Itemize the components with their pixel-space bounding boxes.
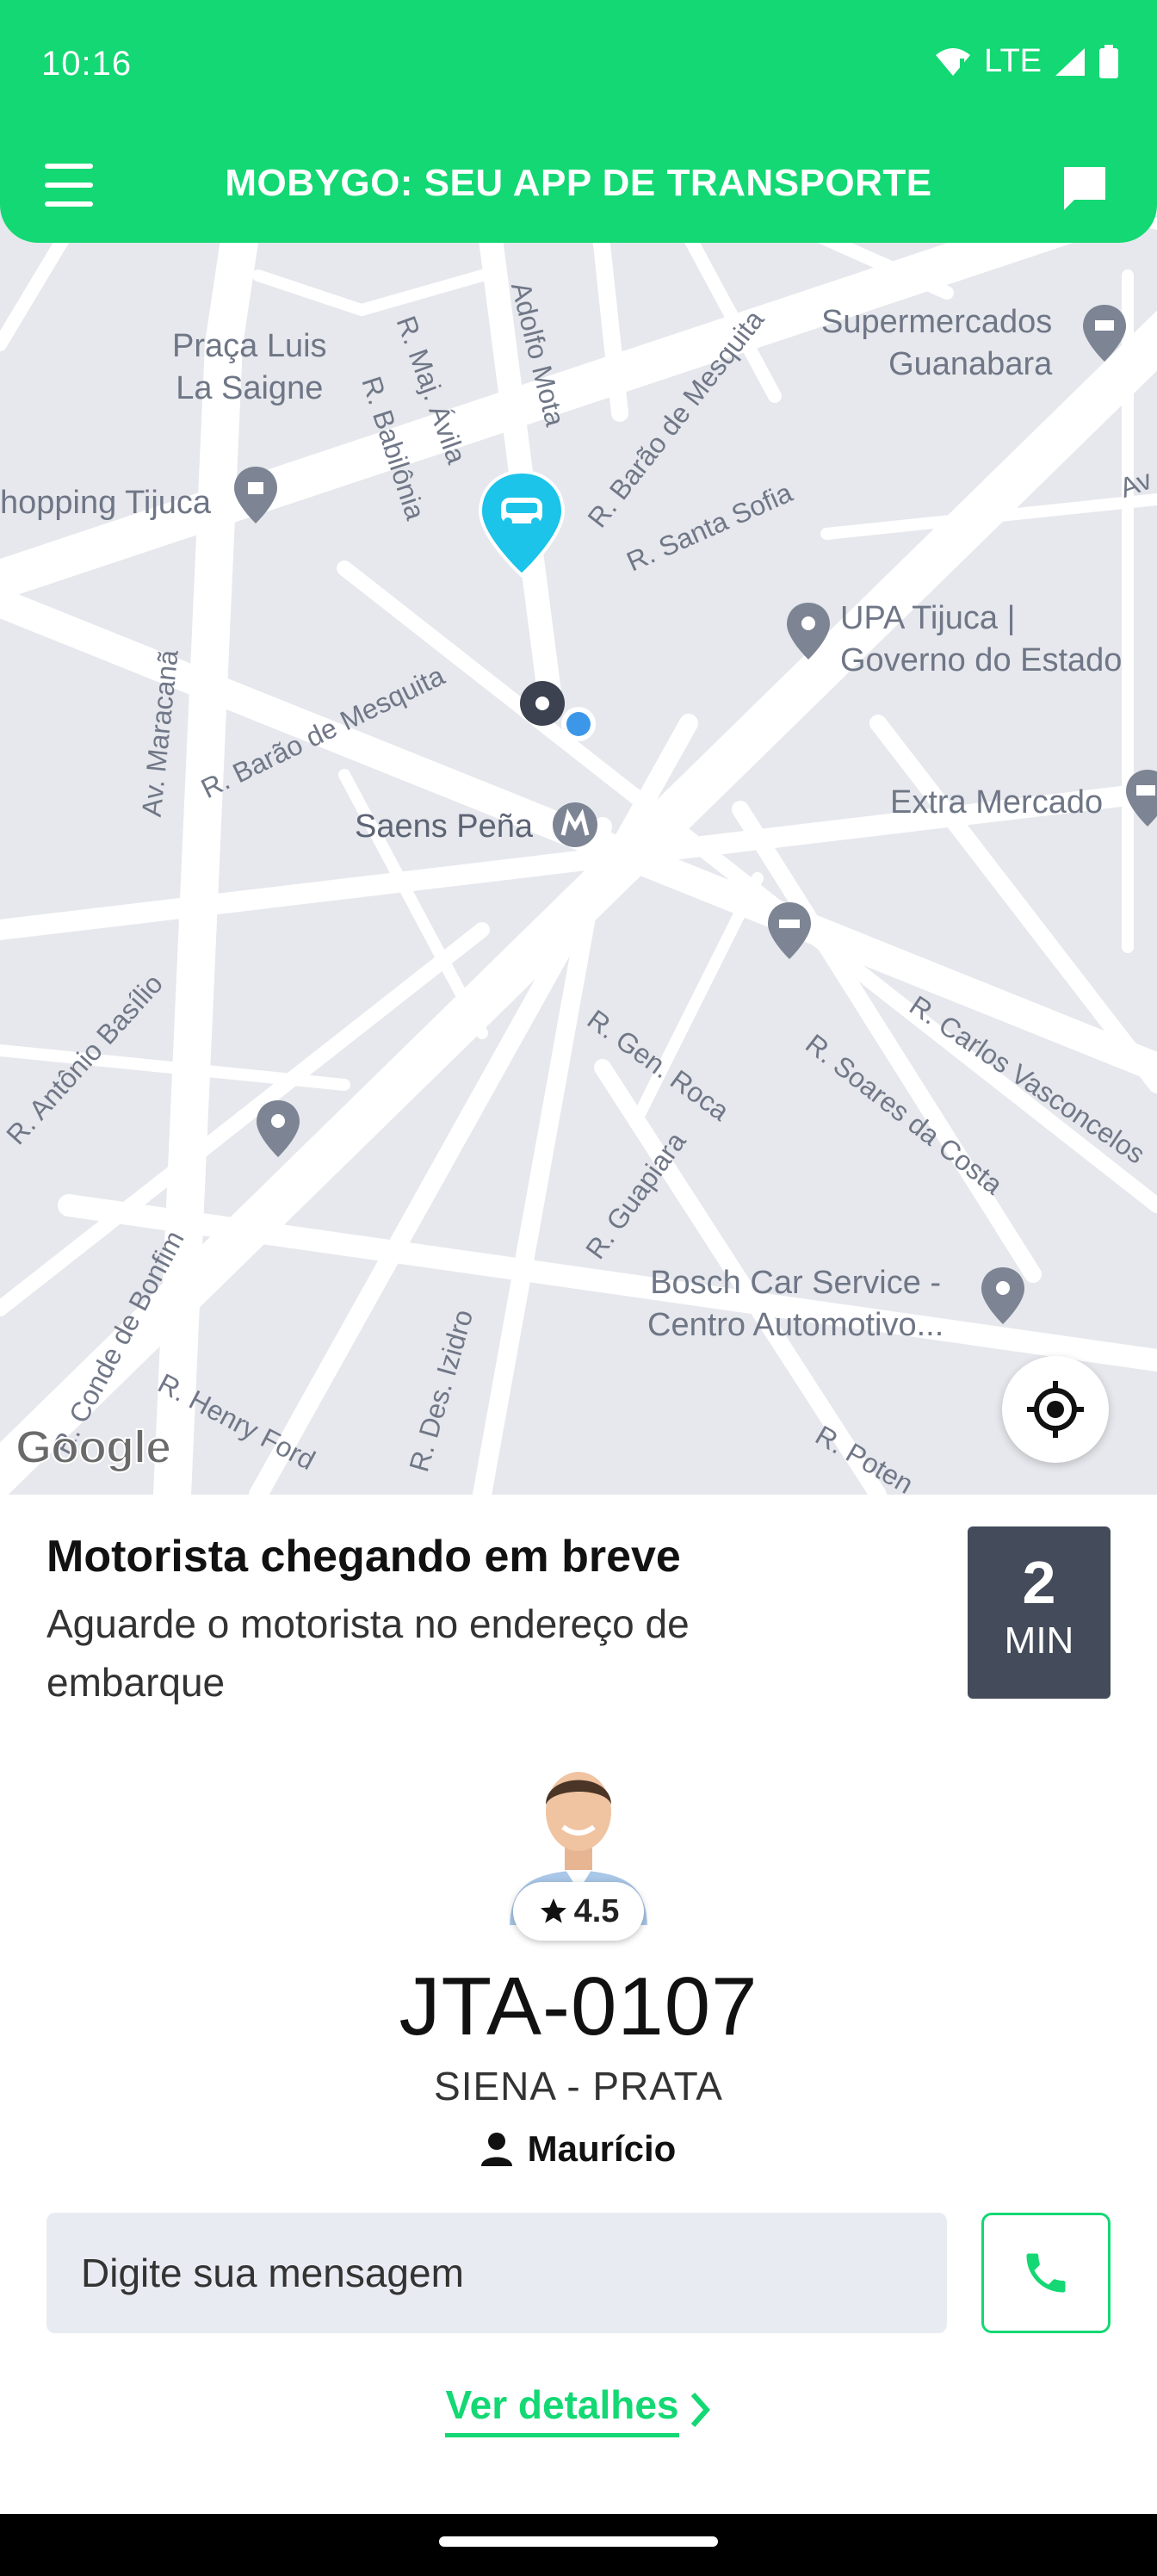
network-type: LTE — [984, 43, 1042, 79]
eta-unit: MIN — [1004, 1619, 1074, 1662]
star-icon — [540, 1898, 566, 1923]
location-pin-icon[interactable] — [255, 1099, 301, 1159]
map-place-label: Praça Luis La Saigne — [172, 328, 327, 407]
vehicle-model: SIENA - PRATA — [434, 2064, 723, 2108]
menu-button[interactable] — [45, 164, 93, 207]
call-driver-button[interactable] — [981, 2213, 1111, 2333]
chevron-right-icon — [690, 2392, 710, 2427]
google-attribution-logo: Google — [15, 1421, 172, 1474]
status-icons: LTE — [934, 43, 1119, 80]
vehicle-plate: JTA-0107 — [399, 1960, 758, 2053]
home-gesture-handle[interactable] — [439, 2536, 718, 2547]
shopping-pin-icon[interactable] — [232, 465, 279, 525]
driver-rating-badge: 4.5 — [513, 1882, 644, 1941]
message-input[interactable] — [46, 2213, 947, 2333]
trip-panel: Motorista chegando em breve Aguarde o mo… — [0, 1495, 1157, 2514]
crosshair-icon — [1027, 1381, 1084, 1438]
supermarket-pin-icon[interactable] — [1081, 303, 1128, 363]
map-place-label: hopping Tijuca — [0, 485, 212, 521]
phone-icon — [1026, 2253, 1066, 2293]
view-details-link[interactable]: Ver detalhes — [0, 2381, 1157, 2437]
app-header: 10:16 LTE MOBYGO: SEU APP DE TRANSPORTE — [0, 0, 1157, 243]
map-place-label: UPA Tijuca | Governo do Estado — [840, 600, 1123, 679]
driver-car-pin — [478, 469, 566, 578]
hospital-pin-icon[interactable] — [785, 601, 832, 661]
status-time: 10:16 — [41, 45, 133, 83]
driver-name-row: Maurício — [0, 2128, 1157, 2170]
app-title: MOBYGO: SEU APP DE TRANSPORTE — [225, 162, 932, 204]
driver-name: Maurício — [527, 2128, 677, 2169]
my-location-button[interactable] — [1002, 1356, 1109, 1463]
eta-value: 2 — [1022, 1549, 1056, 1616]
wifi-icon — [936, 47, 971, 76]
metro-station-icon[interactable] — [551, 801, 599, 849]
battery-icon — [1099, 44, 1118, 78]
eta-badge: 2 MIN — [968, 1526, 1111, 1699]
map-place-label: Bosch Car Service - Centro Automotivo... — [647, 1265, 944, 1344]
hotel-pin-icon[interactable] — [766, 901, 813, 961]
market-pin-icon[interactable] — [1124, 768, 1157, 828]
map-place-label: Saens Peña — [355, 808, 534, 845]
chat-icon[interactable] — [1061, 164, 1109, 212]
map-place-label: Extra Mercado — [890, 784, 1104, 820]
car-service-pin-icon[interactable] — [980, 1266, 1026, 1326]
rating-value: 4.5 — [573, 1892, 620, 1929]
arrival-subtitle: Aguarde o motorista no endereço de embar… — [46, 1601, 690, 1705]
map-view[interactable]: Praça Luis La Saigne Supermercados Guana… — [0, 172, 1157, 1495]
system-nav-bar — [0, 2514, 1157, 2576]
arrival-title: Motorista chegando em breve — [46, 1532, 681, 1582]
map-place-label: Supermercados Guanabara — [821, 304, 1053, 383]
view-details-label: Ver detalhes — [445, 2381, 679, 2437]
signal-icon — [1055, 47, 1085, 76]
person-icon — [480, 2133, 512, 2166]
